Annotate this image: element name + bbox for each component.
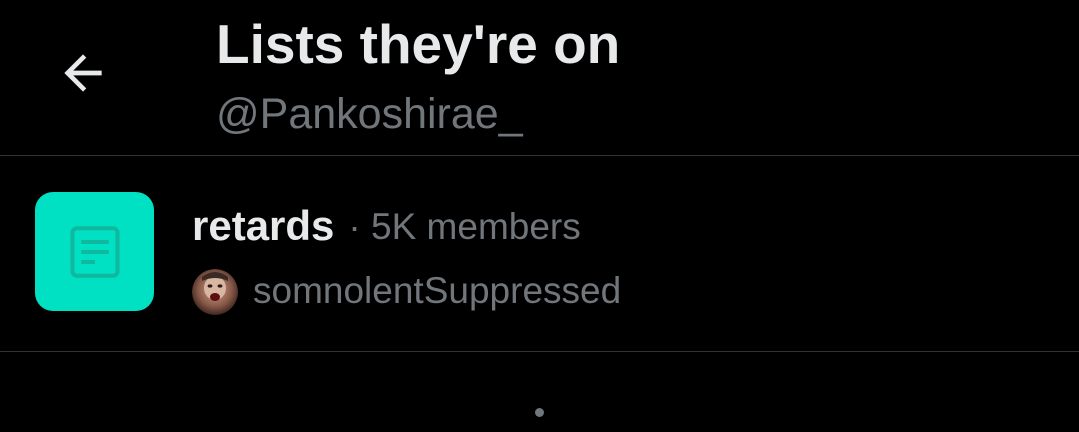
list-document-icon	[70, 225, 119, 278]
list-name: retards	[192, 202, 335, 249]
list-item[interactable]: retards · 5K members somnolentSuppressed	[0, 156, 1079, 351]
user-handle: @Pankoshirae_	[216, 90, 523, 138]
owner-name[interactable]: somnolentSuppressed	[253, 270, 621, 312]
owner-avatar[interactable]	[192, 269, 238, 315]
header: Lists they're on @Pankoshirae_	[0, 0, 1079, 156]
back-button[interactable]	[48, 38, 118, 108]
arrow-left-icon	[64, 54, 102, 92]
list-avatar	[35, 192, 154, 311]
list-member-count: · 5K members	[348, 206, 581, 247]
loading-indicator	[535, 408, 544, 417]
page-title: Lists they're on	[216, 13, 621, 75]
divider	[0, 351, 1079, 352]
